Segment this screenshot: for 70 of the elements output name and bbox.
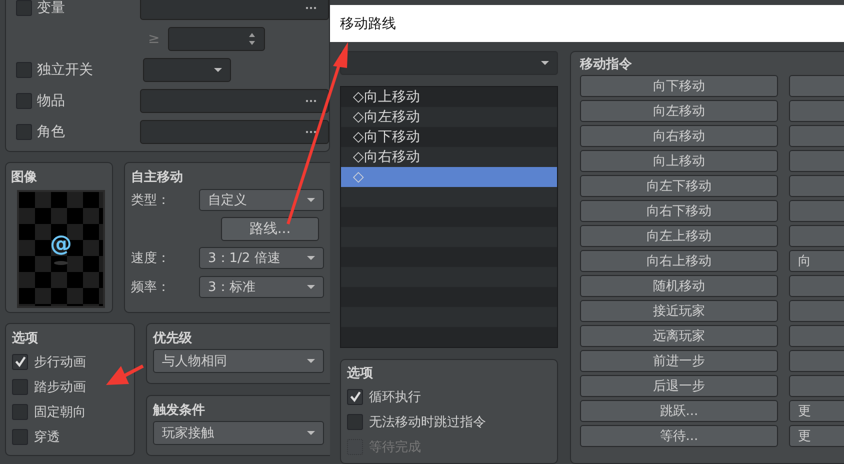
command-button[interactable]: 接近玩家	[580, 300, 778, 322]
group-title: 优先级	[153, 330, 193, 348]
field-label: 类型：	[131, 192, 171, 209]
group-title: 选项	[347, 365, 374, 383]
shadow-icon	[54, 261, 68, 265]
checkbox[interactable]	[12, 378, 28, 394]
command-button[interactable]: 向左移动	[580, 100, 778, 122]
trigger-dropdown[interactable]: 玩家接触	[153, 421, 324, 445]
command-button[interactable]: 等待...	[580, 425, 778, 447]
command-button[interactable]: 向	[789, 250, 844, 272]
condition-label: 独立开关	[37, 61, 94, 79]
sprite-character: @	[50, 233, 72, 257]
command-button[interactable]: 向右下移动	[580, 200, 778, 222]
route-list-item[interactable]: ◇向右移动	[341, 147, 557, 167]
condition-label: 角色	[37, 123, 66, 141]
checkbox[interactable]	[16, 0, 32, 16]
route-list-item[interactable]: ◇	[341, 167, 557, 187]
command-button[interactable]: 更	[789, 400, 844, 422]
checkbox[interactable]	[16, 62, 32, 78]
option-label: 固定朝向	[34, 404, 86, 420]
option-label: 踏步动画	[34, 378, 86, 396]
checkbox[interactable]	[12, 354, 28, 370]
command-button[interactable]: 前进一步	[580, 350, 778, 372]
command-button[interactable]: 向下移动	[580, 75, 778, 97]
group-title: 自主移动	[131, 168, 184, 187]
target-dropdown[interactable]	[340, 51, 558, 75]
command-button[interactable]: 后退一步	[580, 375, 778, 397]
checkbox[interactable]	[16, 124, 32, 140]
checkbox[interactable]	[12, 428, 28, 444]
dialog-title: 移动路线	[340, 14, 396, 32]
condition-label: 物品	[37, 92, 66, 110]
route-list-item[interactable]: ◇向左移动	[341, 107, 557, 127]
command-button[interactable]: 向右上移动	[580, 250, 778, 272]
checkbox[interactable]	[12, 404, 28, 420]
command-button[interactable]: 随机移动	[580, 275, 778, 297]
command-button[interactable]: 向右移动	[580, 125, 778, 147]
picker-field[interactable]	[140, 89, 329, 113]
checkbox[interactable]	[16, 93, 32, 109]
picker-field[interactable]	[140, 120, 329, 144]
checkbox[interactable]	[347, 388, 363, 404]
option-label: 步行动画	[34, 354, 86, 370]
group-title: 触发条件	[153, 402, 206, 420]
picker-field[interactable]	[140, 0, 329, 20]
checkbox[interactable]	[347, 414, 363, 430]
command-button[interactable]: 向上移动	[580, 150, 778, 172]
route-button[interactable]: 路线...	[221, 217, 319, 241]
command-button[interactable]: 更	[789, 425, 844, 447]
priority-dropdown[interactable]: 与人物相同	[153, 349, 324, 373]
spinner-arrows-icon	[248, 32, 256, 46]
option-label: 穿透	[34, 428, 60, 446]
sprite-preview[interactable]: @	[17, 190, 105, 308]
command-button[interactable]: 向左下移动	[580, 175, 778, 197]
group-title: 图像	[11, 169, 38, 187]
command-button[interactable]: 向左上移动	[580, 225, 778, 247]
group-title: 选项	[12, 330, 39, 348]
annotation-arrow	[106, 364, 144, 385]
number-field[interactable]	[168, 27, 265, 51]
condition-label: 变量	[37, 0, 66, 17]
comparison-sign: ≥	[148, 31, 161, 47]
frequency-dropdown[interactable]: 3：标准	[199, 276, 324, 298]
type-dropdown[interactable]: 自定义	[199, 189, 324, 211]
command-button[interactable]: 远离玩家	[580, 325, 778, 347]
field-label: 速度：	[131, 250, 171, 267]
option-label: 无法移动时跳过指令	[369, 414, 486, 430]
switch-dropdown[interactable]	[143, 58, 231, 82]
speed-dropdown[interactable]: 3：1/2 倍速	[199, 247, 324, 269]
field-label: 频率：	[131, 279, 171, 296]
group-title: 移动指令	[580, 56, 633, 74]
option-label: 循环执行	[369, 388, 421, 406]
command-button[interactable]: 跳跃...	[580, 400, 778, 422]
